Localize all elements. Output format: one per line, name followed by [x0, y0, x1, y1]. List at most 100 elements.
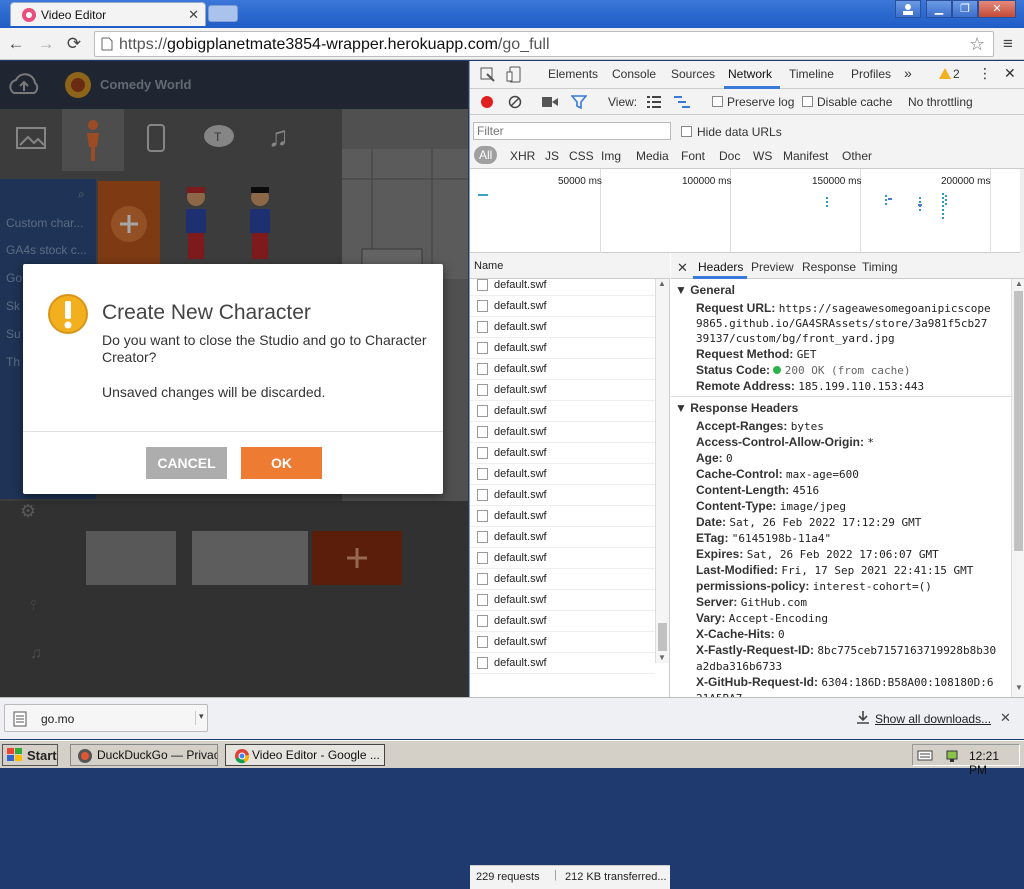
- taskbar-item-video-editor[interactable]: Video Editor - Google ...: [225, 744, 385, 766]
- back-arrow-icon[interactable]: ←: [6, 34, 26, 54]
- tab-elements[interactable]: Elements: [548, 67, 598, 81]
- scroll-up-icon[interactable]: ▲: [658, 279, 666, 288]
- overview-scrollbar[interactable]: [1020, 169, 1024, 253]
- browser-tab[interactable]: Video Editor ✕: [10, 2, 206, 26]
- reload-icon[interactable]: ⟳: [64, 34, 84, 54]
- filter-xhr[interactable]: XHR: [510, 149, 535, 163]
- more-tabs-chevron-icon[interactable]: »: [904, 65, 912, 81]
- cancel-button[interactable]: CANCEL: [146, 447, 227, 479]
- menu-icon[interactable]: ≡: [998, 34, 1018, 54]
- bookmark-star-icon[interactable]: ☆: [969, 34, 985, 55]
- inspect-element-icon[interactable]: [480, 67, 496, 83]
- tab-close-icon[interactable]: ✕: [188, 7, 199, 23]
- scroll-thumb[interactable]: [658, 623, 667, 651]
- network-toolbar: View: Preserve log Disable cache No thro…: [470, 89, 1024, 115]
- download-item[interactable]: go.mo ▾: [4, 704, 208, 732]
- keyboard-icon[interactable]: [917, 748, 933, 762]
- response-headers-section-header[interactable]: ▼ Response Headers: [675, 401, 798, 415]
- tab-sources[interactable]: Sources: [671, 67, 715, 81]
- hide-data-urls-checkbox[interactable]: [681, 124, 692, 138]
- request-row[interactable]: default.swf: [470, 443, 655, 464]
- devtools-menu-icon[interactable]: ⋮: [978, 65, 992, 82]
- request-row[interactable]: default.swf: [470, 506, 655, 527]
- request-row[interactable]: default.swf: [470, 338, 655, 359]
- throttling-select[interactable]: No throttling: [908, 95, 973, 109]
- disable-cache-checkbox[interactable]: [802, 94, 813, 108]
- request-row[interactable]: default.swf: [470, 527, 655, 548]
- details-scroll-up-icon[interactable]: ▲: [1015, 279, 1023, 288]
- show-all-downloads-link[interactable]: Show all downloads...: [875, 712, 991, 726]
- record-icon[interactable]: [480, 95, 494, 109]
- new-tab-button[interactable]: [208, 5, 238, 22]
- header-key: Accept-Ranges:: [696, 419, 788, 433]
- filter-ws[interactable]: WS: [753, 149, 772, 163]
- request-row[interactable]: default.swf: [470, 380, 655, 401]
- request-name: default.swf: [494, 279, 547, 291]
- request-row[interactable]: default.swf: [470, 611, 655, 632]
- warning-triangle-icon[interactable]: [939, 68, 951, 79]
- minimize-button[interactable]: ▁: [926, 0, 952, 18]
- filter-funnel-icon[interactable]: [571, 95, 587, 109]
- tab-profiles[interactable]: Profiles: [851, 67, 891, 81]
- remote-address-line: Remote Address: 185.199.110.153:443: [696, 379, 924, 393]
- filter-font[interactable]: Font: [681, 149, 705, 163]
- device-mode-icon[interactable]: [506, 66, 522, 84]
- maximize-button[interactable]: ❐: [952, 0, 978, 18]
- details-tab-preview[interactable]: Preview: [751, 260, 794, 274]
- start-button[interactable]: Start: [2, 744, 58, 766]
- filter-js[interactable]: JS: [545, 149, 559, 163]
- request-row[interactable]: default.swf: [470, 401, 655, 422]
- start-label: Start: [27, 748, 57, 763]
- request-row[interactable]: default.swf: [470, 275, 655, 296]
- details-tab-response[interactable]: Response: [802, 260, 856, 274]
- forward-arrow-icon[interactable]: →: [36, 34, 56, 54]
- details-tab-timing[interactable]: Timing: [862, 260, 898, 274]
- request-list-scrollbar[interactable]: ▲ ▼: [655, 279, 669, 663]
- camera-icon[interactable]: [542, 96, 558, 108]
- request-row[interactable]: default.swf: [470, 590, 655, 611]
- filter-img[interactable]: Img: [601, 149, 621, 163]
- waterfall-icon[interactable]: [674, 96, 690, 108]
- large-rows-icon[interactable]: [647, 96, 661, 108]
- details-scroll-down-icon[interactable]: ▼: [1015, 683, 1023, 692]
- request-row[interactable]: default.swf: [470, 359, 655, 380]
- request-row[interactable]: default.swf: [470, 653, 655, 674]
- filter-other[interactable]: Other: [842, 149, 872, 163]
- filter-input[interactable]: [473, 122, 671, 140]
- request-row[interactable]: default.swf: [470, 317, 655, 338]
- tab-console[interactable]: Console: [612, 67, 656, 81]
- preserve-log-checkbox[interactable]: [712, 94, 723, 108]
- address-bar[interactable]: https://gobigplanetmate3854-wrapper.hero…: [94, 31, 994, 57]
- clear-icon[interactable]: [508, 95, 522, 109]
- header-key: X-Cache-Hits:: [696, 627, 775, 641]
- general-section-header[interactable]: ▼ General: [675, 283, 735, 297]
- filter-css[interactable]: CSS: [569, 149, 594, 163]
- close-window-button[interactable]: ✕: [978, 0, 1016, 18]
- request-row[interactable]: default.swf: [470, 632, 655, 653]
- hide-data-urls-label: Hide data URLs: [697, 125, 782, 139]
- download-bar-close-icon[interactable]: ✕: [1000, 710, 1011, 726]
- download-menu-chevron-icon[interactable]: ▾: [195, 711, 204, 725]
- filter-all[interactable]: All: [474, 146, 498, 164]
- details-tab-headers[interactable]: Headers: [698, 260, 743, 274]
- request-row[interactable]: default.swf: [470, 548, 655, 569]
- network-tray-icon[interactable]: [945, 748, 961, 764]
- details-scroll-thumb[interactable]: [1014, 291, 1023, 551]
- devtools-close-icon[interactable]: ✕: [1004, 65, 1016, 82]
- request-row[interactable]: default.swf: [470, 569, 655, 590]
- details-close-icon[interactable]: ✕: [677, 260, 688, 276]
- ok-button[interactable]: OK: [241, 447, 322, 479]
- details-scrollbar[interactable]: ▲ ▼: [1011, 279, 1024, 697]
- filter-doc[interactable]: Doc: [719, 149, 740, 163]
- request-row[interactable]: default.swf: [470, 422, 655, 443]
- request-row[interactable]: default.swf: [470, 296, 655, 317]
- taskbar-item-duckduckgo[interactable]: DuckDuckGo — Privac...: [70, 744, 218, 766]
- tab-timeline[interactable]: Timeline: [789, 67, 834, 81]
- user-icon[interactable]: [895, 0, 921, 18]
- tab-network[interactable]: Network: [728, 67, 772, 81]
- filter-manifest[interactable]: Manifest: [783, 149, 828, 163]
- scroll-down-icon[interactable]: ▼: [658, 653, 666, 662]
- request-row[interactable]: default.swf: [470, 464, 655, 485]
- filter-media[interactable]: Media: [636, 149, 669, 163]
- request-row[interactable]: default.swf: [470, 485, 655, 506]
